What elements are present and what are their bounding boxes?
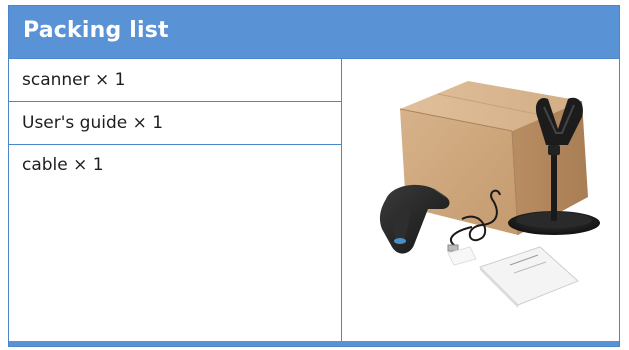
product-image-cell — [342, 59, 619, 342]
items-column: scanner × 1 User's guide × 1 cable × 1 — [9, 59, 342, 342]
table-bottom-border — [9, 341, 619, 346]
table-header: Packing list — [9, 6, 619, 59]
list-item-cable: cable × 1 — [22, 155, 104, 175]
packing-list-table: Packing list scanner × 1 User's guide × … — [8, 5, 620, 347]
list-item-scanner: scanner × 1 — [9, 59, 341, 102]
table-title: Packing list — [23, 18, 169, 43]
product-photo-icon — [379, 81, 600, 308]
user-guide-booklet-icon — [479, 246, 579, 308]
list-item-users-guide: User's guide × 1 — [9, 102, 341, 145]
barcode-scanner-icon — [379, 184, 450, 254]
